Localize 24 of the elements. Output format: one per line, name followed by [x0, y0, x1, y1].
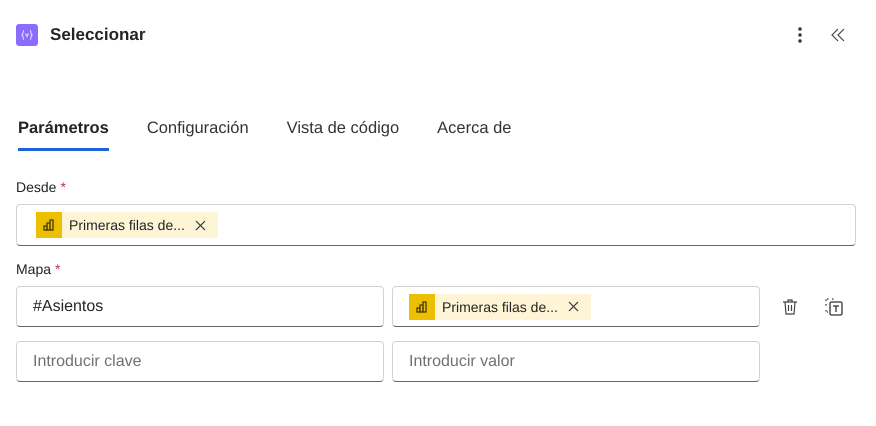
required-mark: *	[55, 261, 60, 277]
tab[interactable]: Configuración	[146, 115, 249, 151]
field-label: Mapa	[16, 261, 52, 277]
close-icon[interactable]	[568, 301, 579, 312]
token-chip[interactable]: Primeras filas de...	[409, 294, 591, 320]
input-field[interactable]: #Asientos	[16, 286, 384, 327]
panel-title: Seleccionar	[50, 25, 146, 45]
token-chip[interactable]: Primeras filas de...	[36, 212, 218, 238]
tab[interactable]: Acerca de	[437, 115, 512, 151]
token-field[interactable]: Primeras filas de...	[16, 204, 856, 246]
tab[interactable]: Parámetros	[18, 115, 109, 151]
more-options-icon[interactable]	[796, 25, 804, 45]
field-label: Desde	[16, 179, 56, 195]
chart-icon	[36, 212, 62, 238]
token-label: Primeras filas de...	[442, 298, 558, 314]
token-label: Primeras filas de...	[69, 217, 185, 233]
braces-icon	[16, 24, 38, 46]
input-field[interactable]: Introducir valor	[392, 341, 760, 382]
token-field[interactable]: Primeras filas de...	[392, 286, 760, 327]
input-field[interactable]: Introducir clave	[16, 341, 384, 382]
chart-icon	[409, 294, 435, 320]
close-icon[interactable]	[194, 220, 206, 230]
tab[interactable]: Vista de código	[286, 115, 400, 151]
required-mark: *	[60, 179, 66, 195]
